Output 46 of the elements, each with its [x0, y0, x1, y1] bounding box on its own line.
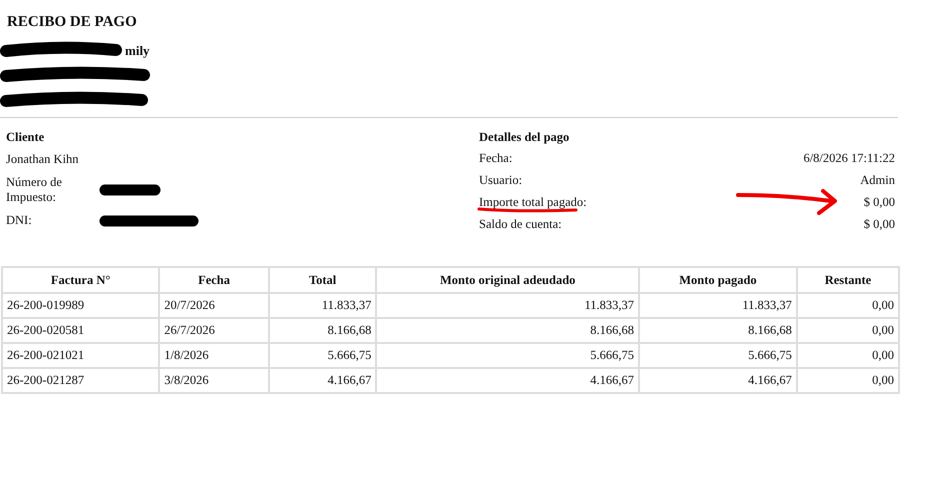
table-cell: 5.666,75: [376, 343, 639, 368]
field-value: Admin: [860, 173, 895, 188]
table-cell: 4.166,67: [638, 368, 797, 393]
table-cell: 5.666,75: [638, 343, 797, 368]
field-label: Importe total pagado:: [479, 195, 587, 210]
table-cell: 8.166,68: [376, 318, 639, 343]
table-cell: 4.166,67: [376, 368, 639, 393]
table-cell: 0,00: [796, 368, 899, 393]
table-cell: 0,00: [796, 293, 899, 318]
field-value: $ 0,00: [864, 217, 895, 232]
client-name: Jonathan Kihn: [6, 152, 80, 167]
field-label: Fecha:: [479, 151, 512, 166]
field-label: Saldo de cuenta:: [479, 217, 562, 232]
table-cell: 0,00: [796, 343, 899, 368]
table-cell: 4.166,67: [268, 368, 376, 393]
column-header: Total: [268, 267, 376, 293]
table-cell: 11.833,37: [268, 293, 376, 318]
table-cell: 8.166,68: [268, 318, 376, 343]
table-cell: 26-200-019989: [2, 293, 160, 318]
table-cell: 11.833,37: [376, 293, 639, 318]
column-header: Restante: [796, 267, 899, 293]
table-cell: 0,00: [796, 318, 899, 343]
column-header: Fecha: [159, 267, 269, 293]
field-label: DNI:: [6, 213, 33, 228]
payment-heading: Detalles del pago: [479, 130, 570, 144]
field-label: Usuario:: [479, 173, 522, 188]
table-cell: 1/8/2026: [159, 343, 269, 368]
column-header: Monto pagado: [638, 267, 797, 293]
column-header: Factura N°: [2, 267, 160, 293]
field-label: Número de Impuesto:: [6, 175, 63, 205]
column-header: Monto original adeudado: [376, 267, 639, 293]
field-value: $ 0,00: [864, 195, 895, 210]
table-cell: 26-200-021021: [2, 343, 160, 368]
table-cell: 26/7/2026: [159, 318, 269, 343]
table-cell: 8.166,68: [638, 318, 797, 343]
company-text: mily: [125, 42, 150, 58]
client-heading: Cliente: [6, 130, 46, 144]
field-value: 6/8/2026 17:11:22: [803, 151, 895, 166]
table-cell: 26-200-021287: [2, 368, 160, 393]
table-cell: 11.833,37: [638, 293, 797, 318]
receipt-title: RECIBO DE PAGO: [7, 14, 138, 31]
table-cell: 3/8/2026: [159, 368, 269, 393]
redaction-mark: [99, 184, 161, 196]
table-cell: 5.666,75: [268, 343, 376, 368]
table-cell: 20/7/2026: [159, 293, 269, 318]
table-cell: 26-200-020581: [2, 318, 160, 343]
